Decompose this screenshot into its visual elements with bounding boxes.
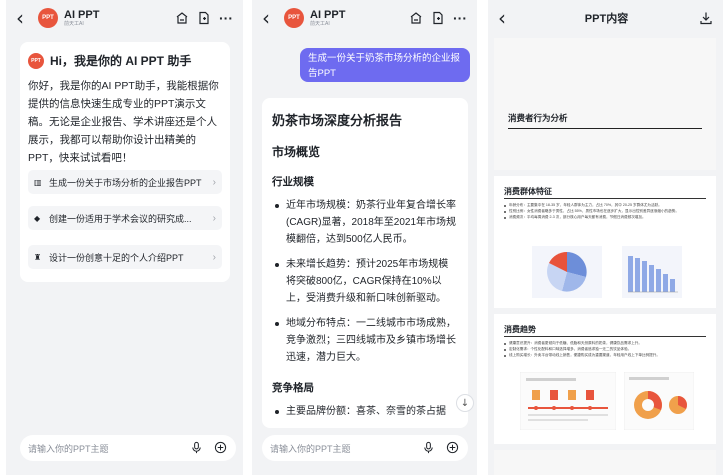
slide-thumbnail[interactable] [494, 450, 716, 475]
list-item: 主要品牌份额：喜茶、奈雪的茶占据 [272, 403, 458, 420]
app-name: AI PPT [310, 8, 346, 21]
more-icon[interactable]: ··· [219, 11, 233, 25]
slide-title: 消费群体特征 [504, 187, 552, 196]
header-actions: ··· [409, 11, 467, 25]
chart-icon: ▥ [34, 177, 42, 187]
slide-thumbnail[interactable]: 消费趋势 健康意识提升：消费者更倾向于低糖、低脂和天然原料的奶茶，健康饮品需求上… [494, 314, 716, 444]
microphone-icon[interactable] [190, 441, 204, 455]
top-bar: ‹ PPT AI PPT 前天工AI ··· [252, 0, 477, 36]
suggestion-item[interactable]: ◆ 创建一份适用于学术会议的研究成... › [28, 206, 222, 230]
scroll-down-button[interactable]: ↓ [456, 394, 474, 412]
add-icon[interactable] [446, 441, 460, 455]
app-title-block: AI PPT 前天工AI [310, 9, 345, 28]
input-placeholder: 请输入你的PPT主题 [270, 443, 351, 454]
timeline-image [520, 372, 616, 430]
divider [504, 336, 706, 337]
app-subtitle: 前天工AI [64, 20, 84, 27]
chat-home-screen: ‹ PPT AI PPT 前天工AI ··· PPT Hi，我是你的 AI PP… [6, 0, 243, 475]
bar-chart-image [622, 246, 682, 298]
book-icon: ◆ [34, 213, 41, 223]
slide-title: 消费趋势 [504, 325, 536, 334]
top-bar: ‹ PPT AI PPT 前天工AI ··· [6, 0, 243, 36]
slide-thumbnail[interactable]: 消费者行为分析 [494, 38, 716, 170]
person-icon: ♜ [34, 252, 42, 262]
top-bar: ‹ PPT内容 [488, 0, 723, 36]
back-icon[interactable]: ‹ [262, 8, 278, 28]
divider [508, 128, 702, 129]
assistant-avatar: PPT [28, 52, 44, 69]
add-icon[interactable] [214, 441, 228, 455]
list-item: 线上购买增长：外卖平台带动线上销售，便捷购买成为重要渠道，年轻用户线上下单比例提… [504, 352, 706, 358]
list-item: 消费频次：平均每周消费 2-3 次，部分核心用户每天都有消费，节假日消费频次增加… [504, 214, 706, 220]
slide-bullets: 年龄分布：主要集中在 18-35 岁，年轻人群体为主力，占比 70%，其中 20… [504, 202, 706, 220]
home-icon[interactable] [409, 11, 423, 25]
list-item: 地域分布特点：一二线城市市场成熟，竞争激烈；三四线城市及乡镇市场增长迅速，潜力巨… [272, 315, 458, 366]
greeting-row: PPT Hi，我是你的 AI PPT 助手 [28, 52, 222, 69]
download-icon[interactable] [699, 11, 713, 25]
prompt-input[interactable]: 请输入你的PPT主题 [20, 435, 236, 461]
donut-chart-image [624, 372, 694, 430]
app-logo: PPT [284, 8, 304, 28]
chat-result-screen: ‹ PPT AI PPT 前天工AI ··· 生成一份关于奶茶市场分析的企业报告… [252, 0, 477, 475]
suggestion-item[interactable]: ▥ 生成一份关于市场分析的企业报告PPT › [28, 170, 222, 194]
list-item: 未来增长趋势：预计2025年市场规模将突破800亿，CAGR保持在10%以上，受… [272, 256, 458, 307]
section-heading: 市场概览 [272, 145, 321, 159]
chevron-right-icon: › [212, 212, 216, 224]
slide-title: 消费者行为分析 [508, 113, 568, 123]
back-icon[interactable]: ‹ [498, 8, 514, 28]
bullet-list: 主要品牌份额：喜茶、奈雪的茶占据 [272, 403, 458, 420]
new-document-icon[interactable] [197, 11, 211, 25]
generated-outline: 奶茶市场深度分析报告 市场概览 行业规模 近年市场规模：奶茶行业年复合增长率(C… [262, 98, 468, 428]
app-title-block: AI PPT 前天工AI [64, 9, 99, 28]
intro-text: 你好，我是你的AI PPT助手，我能根据你提供的信息快速生成专业的PPT演示文稿… [28, 80, 219, 164]
suggestion-label: 设计一份创意十足的个人介绍PPT [49, 252, 184, 263]
divider [504, 198, 706, 199]
pie-chart-image [532, 246, 602, 298]
prompt-input[interactable]: 请输入你的PPT主题 [262, 435, 468, 461]
microphone-icon[interactable] [422, 441, 436, 455]
page-title: PPT内容 [584, 13, 629, 25]
user-message-bubble: 生成一份关于奶茶市场分析的企业报告PPT [300, 48, 470, 82]
app-name: AI PPT [64, 8, 100, 21]
chevron-right-icon: › [212, 176, 216, 188]
greeting-text: Hi，我是你的 AI PPT 助手 [50, 54, 192, 68]
header-actions: ··· [175, 11, 233, 25]
ppt-preview-screen: ‹ PPT内容 消费者行为分析 消费群体特征 年龄分布：主要集中在 18-35 … [488, 0, 723, 475]
new-document-icon[interactable] [431, 11, 445, 25]
more-icon[interactable]: ··· [453, 11, 467, 25]
list-item: 近年市场规模：奶茶行业年复合增长率(CAGR)显著，2018年至2021年市场规… [272, 197, 458, 248]
outline-title: 奶茶市场深度分析报告 [272, 113, 403, 128]
bullet-list: 近年市场规模：奶茶行业年复合增长率(CAGR)显著，2018年至2021年市场规… [272, 197, 458, 366]
back-icon[interactable]: ‹ [16, 8, 32, 28]
suggestion-item[interactable]: ♜ 设计一份创意十足的个人介绍PPT › [28, 245, 222, 269]
app-subtitle: 前天工AI [310, 20, 330, 27]
suggestion-label: 生成一份关于市场分析的企业报告PPT [49, 177, 202, 188]
subsection-heading: 竞争格局 [272, 382, 314, 394]
input-placeholder: 请输入你的PPT主题 [28, 443, 109, 454]
suggestion-label: 创建一份适用于学术会议的研究成... [49, 213, 192, 224]
slide-thumbnail[interactable]: 消费群体特征 年龄分布：主要集中在 18-35 岁，年轻人群体为主力，占比 70… [494, 176, 716, 308]
home-icon[interactable] [175, 11, 189, 25]
slide-bullets: 健康意识提升：消费者更倾向于低糖、低脂和天然原料的奶茶，健康饮品需求上升。 定制… [504, 340, 706, 358]
app-logo: PPT [38, 8, 58, 28]
chevron-right-icon: › [212, 251, 216, 263]
subsection-heading: 行业规模 [272, 176, 314, 188]
welcome-card: PPT Hi，我是你的 AI PPT 助手 你好，我是你的AI PPT助手，我能… [20, 42, 230, 282]
